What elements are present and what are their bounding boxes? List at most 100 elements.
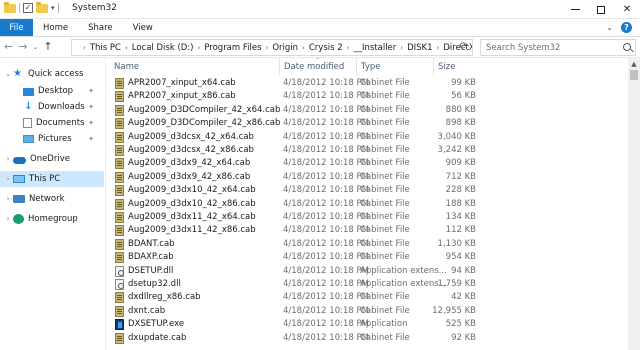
sidebar-item-quick-access[interactable]: ⌄ ★ Quick access bbox=[0, 66, 104, 82]
file-name: Aug2009_D3DCompiler_42_x86.cab bbox=[128, 118, 281, 129]
breadcrumb-this-pc[interactable]: This PC bbox=[90, 43, 121, 53]
sidebar-item-homegroup[interactable]: › Homegroup bbox=[0, 211, 104, 227]
expand-chevron-icon[interactable]: › bbox=[3, 215, 13, 223]
breadcrumb-chevron-icon[interactable]: › bbox=[347, 44, 350, 52]
column-header-size[interactable]: Size bbox=[433, 58, 493, 76]
refresh-icon[interactable]: ⟳ bbox=[460, 41, 468, 52]
table-row[interactable]: APR2007_xinput_x64.cab 4/18/2012 10:18 PM… bbox=[106, 77, 628, 91]
table-row[interactable]: Aug2009_D3DCompiler_42_x86.cab 4/18/2012 … bbox=[106, 117, 628, 131]
cabinet-file-icon bbox=[115, 198, 124, 210]
tab-share[interactable]: Share bbox=[78, 19, 123, 36]
window-title: System32 bbox=[72, 3, 118, 13]
file-type: Cabinet File bbox=[360, 185, 410, 196]
file-size: 188 KB bbox=[445, 198, 476, 209]
table-row[interactable]: dsetup32.dll 4/18/2012 10:18 PM Applicatio… bbox=[106, 278, 628, 292]
pin-icon[interactable]: ✦ bbox=[88, 103, 94, 111]
minimize-icon bbox=[570, 9, 580, 10]
table-row[interactable]: Aug2009_D3DCompiler_42_x64.cab 4/18/2012 … bbox=[106, 104, 628, 118]
breadcrumb-local-disk[interactable]: Local Disk (D:) bbox=[132, 43, 194, 53]
breadcrumb-disk1[interactable]: DISK1 bbox=[407, 43, 432, 53]
file-type: Cabinet File bbox=[360, 131, 410, 142]
table-row[interactable]: dxupdate.cab 4/18/2012 10:18 PM Cabinet Fi… bbox=[106, 332, 628, 346]
tab-home[interactable]: Home bbox=[33, 19, 78, 36]
breadcrumb-chevron-icon[interactable]: › bbox=[302, 44, 305, 52]
breadcrumb-program-files[interactable]: Program Files bbox=[204, 43, 261, 53]
search-input[interactable]: Search System32 bbox=[480, 39, 636, 56]
breadcrumb-chevron-icon[interactable]: › bbox=[83, 44, 86, 52]
pin-icon[interactable]: ✦ bbox=[88, 119, 94, 127]
table-row[interactable]: Aug2009_d3dx11_42_x64.cab 4/18/2012 10:18… bbox=[106, 211, 628, 225]
sidebar-item-this-pc[interactable]: › This PC bbox=[0, 171, 104, 187]
file-name: dsetup32.dll bbox=[128, 279, 181, 289]
table-row[interactable]: Aug2009_d3dx9_42_x64.cab 4/18/2012 10:18 … bbox=[106, 157, 628, 171]
new-folder-icon[interactable] bbox=[36, 1, 48, 13]
breadcrumb-chevron-icon[interactable]: › bbox=[437, 44, 440, 52]
table-row[interactable]: APR2007_xinput_x86.cab 4/18/2012 10:18 PM… bbox=[106, 90, 628, 104]
toolbar-separator bbox=[57, 3, 59, 13]
table-row[interactable]: DXSETUP.exe 4/18/2012 10:18 PM Application… bbox=[106, 318, 628, 332]
cabinet-file-icon bbox=[115, 238, 124, 250]
breadcrumb-chevron-icon[interactable]: › bbox=[125, 44, 128, 52]
cabinet-file-icon bbox=[115, 332, 124, 344]
file-date-modified: 4/18/2012 10:18 PM bbox=[283, 91, 369, 102]
search-icon bbox=[623, 43, 631, 51]
sidebar-item-documents[interactable]: Documents ✦ bbox=[0, 115, 104, 131]
sidebar-item-downloads[interactable]: ↓ Downloads ✦ bbox=[0, 99, 104, 115]
expand-chevron-icon[interactable]: › bbox=[3, 155, 13, 163]
table-row[interactable]: Aug2009_d3dcsx_42_x86.cab 4/18/2012 10:18… bbox=[106, 144, 628, 158]
table-row[interactable]: dxnt.cab 4/18/2012 10:18 PM Cabinet File 12… bbox=[106, 305, 628, 319]
close-button[interactable]: ✕ bbox=[614, 0, 640, 19]
expand-chevron-icon[interactable]: › bbox=[3, 195, 13, 203]
scroll-thumb[interactable] bbox=[630, 70, 638, 80]
table-row[interactable]: BDAXP.cab 4/18/2012 10:18 PM Cabinet File 9… bbox=[106, 251, 628, 265]
dll-file-icon bbox=[115, 265, 124, 277]
up-arrow-icon[interactable]: ↑ bbox=[43, 40, 52, 53]
table-row[interactable]: DSETUP.dll 4/18/2012 10:18 PM Application … bbox=[106, 265, 628, 279]
expand-ribbon-chevron-icon[interactable]: ⌄ bbox=[606, 23, 613, 32]
table-row[interactable]: Aug2009_d3dx9_42_x86.cab 4/18/2012 10:18 … bbox=[106, 171, 628, 185]
pin-icon[interactable]: ✦ bbox=[88, 87, 94, 95]
breadcrumb-chevron-icon[interactable]: › bbox=[400, 44, 403, 52]
breadcrumb-chevron-icon[interactable]: › bbox=[266, 44, 269, 52]
title-bar: ✓ ▾ System32 ✕ bbox=[0, 0, 640, 19]
tab-file[interactable]: File bbox=[0, 19, 33, 36]
column-header-date-modified[interactable]: Date modified bbox=[279, 58, 355, 76]
column-header-type[interactable]: Type bbox=[356, 58, 432, 76]
recent-locations-chevron-icon[interactable]: ⌄ bbox=[32, 43, 38, 51]
expand-chevron-icon[interactable]: ⌄ bbox=[3, 70, 13, 78]
back-arrow-icon[interactable]: ← bbox=[4, 40, 13, 53]
scroll-up-arrow-icon[interactable]: ▲ bbox=[628, 58, 640, 70]
vertical-scrollbar[interactable]: ▲ bbox=[628, 58, 640, 350]
table-row[interactable]: Aug2009_d3dx10_42_x86.cab 4/18/2012 10:18… bbox=[106, 198, 628, 212]
cabinet-file-icon bbox=[115, 104, 124, 116]
table-row[interactable]: Aug2009_d3dx10_42_x64.cab 4/18/2012 10:18… bbox=[106, 184, 628, 198]
tab-view[interactable]: View bbox=[123, 19, 163, 36]
sidebar-item-onedrive[interactable]: › OneDrive bbox=[0, 151, 104, 167]
breadcrumb-chevron-icon[interactable]: › bbox=[198, 44, 201, 52]
cabinet-file-icon bbox=[115, 292, 124, 304]
file-size: 112 KB bbox=[445, 225, 476, 236]
breadcrumb-origin[interactable]: Origin bbox=[272, 43, 298, 53]
maximize-button[interactable] bbox=[588, 0, 614, 19]
forward-arrow-icon[interactable]: → bbox=[18, 40, 27, 53]
address-bar[interactable]: › This PC › Local Disk (D:) › Program Fi… bbox=[71, 39, 473, 56]
properties-icon[interactable]: ✓ bbox=[23, 3, 33, 13]
toolbar-separator bbox=[19, 3, 20, 13]
pin-icon[interactable]: ✦ bbox=[88, 135, 94, 143]
column-header-name[interactable]: Name bbox=[114, 58, 278, 76]
sidebar-item-desktop[interactable]: Desktop ✦ bbox=[0, 83, 104, 99]
breadcrumb-installer[interactable]: __Installer bbox=[353, 43, 396, 53]
table-row[interactable]: BDANT.cab 4/18/2012 10:18 PM Cabinet File 1… bbox=[106, 238, 628, 252]
file-type: Cabinet File bbox=[360, 91, 410, 102]
table-row[interactable]: dxdllreg_x86.cab 4/18/2012 10:18 PM Cabine… bbox=[106, 291, 628, 305]
table-row[interactable]: Aug2009_d3dx11_42_x86.cab 4/18/2012 10:18… bbox=[106, 224, 628, 238]
customize-toolbar-chevron-icon[interactable]: ▾ bbox=[51, 4, 55, 12]
expand-chevron-icon[interactable]: › bbox=[3, 175, 13, 183]
breadcrumb-crysis-2[interactable]: Crysis 2 bbox=[309, 43, 343, 53]
sidebar-item-network[interactable]: › Network bbox=[0, 191, 104, 207]
help-icon[interactable]: ? bbox=[621, 22, 632, 33]
sidebar-item-pictures[interactable]: Pictures ✦ bbox=[0, 131, 104, 147]
table-row[interactable]: Aug2009_d3dcsx_42_x64.cab 4/18/2012 10:18… bbox=[106, 131, 628, 145]
address-dropdown-chevron-icon[interactable]: ⌄ bbox=[446, 43, 452, 51]
minimize-button[interactable] bbox=[562, 0, 588, 19]
